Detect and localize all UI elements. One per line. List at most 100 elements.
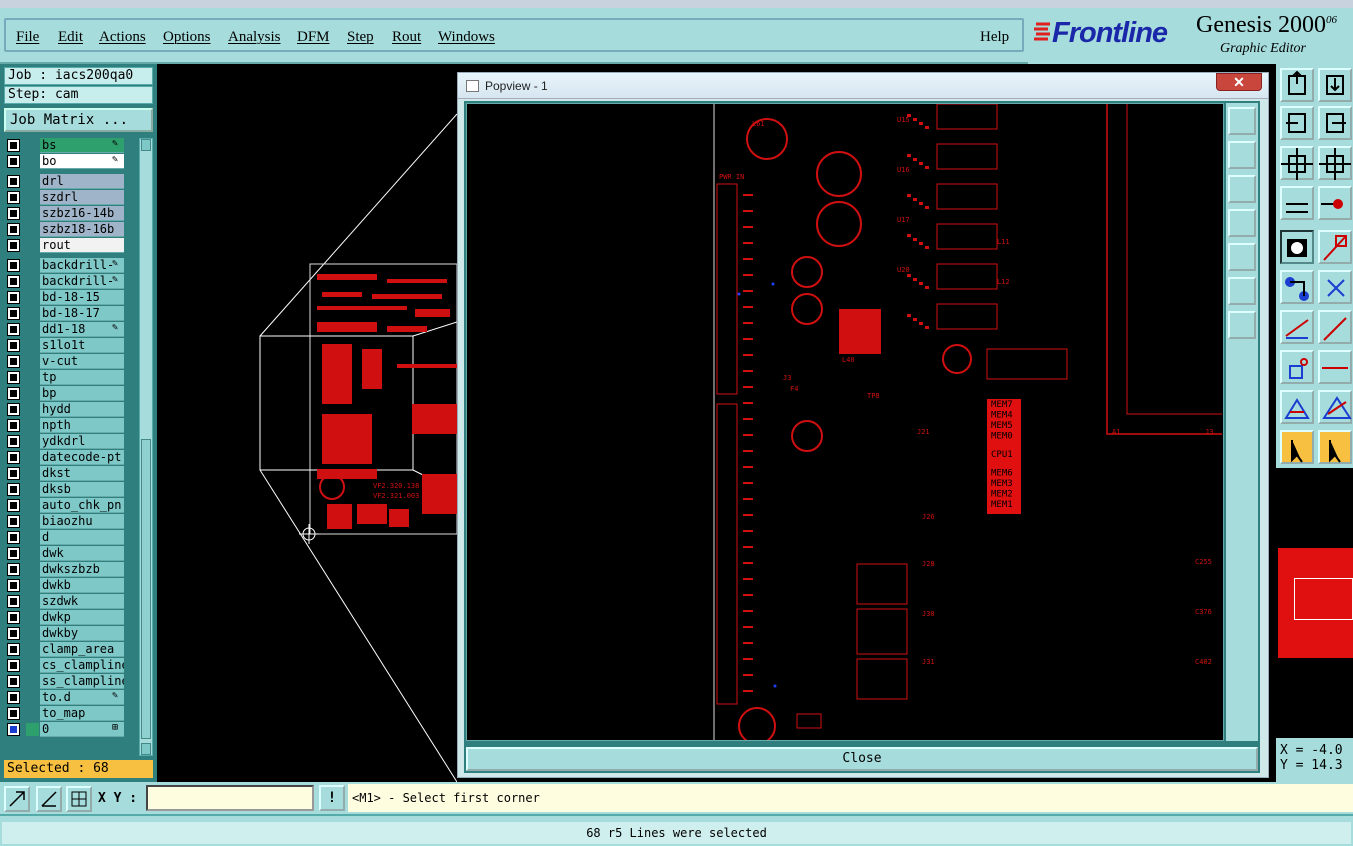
layer-row[interactable]: backdrill- ✎ <box>4 258 126 273</box>
pointer-select-icon[interactable] <box>1318 430 1352 464</box>
layer-name[interactable]: dwkszbzb <box>40 562 124 577</box>
layer-row[interactable]: dksb <box>4 482 126 497</box>
popview-close-button[interactable]: Close <box>466 747 1258 771</box>
snap-grid-icon[interactable] <box>4 786 30 812</box>
layer-row[interactable]: cs_clampline <box>4 658 126 673</box>
pv-pan-right-icon[interactable] <box>1228 243 1256 271</box>
layer-visibility-checkbox[interactable] <box>7 515 20 528</box>
layer-visibility-checkbox[interactable] <box>7 579 20 592</box>
layer-row[interactable]: szbz18-16b <box>4 222 126 237</box>
layer-name[interactable]: rout <box>40 238 124 253</box>
pointer-icon[interactable] <box>1280 430 1314 464</box>
zoom-fit-icon[interactable] <box>1280 146 1314 180</box>
layer-row[interactable]: to.d ✎ <box>4 690 126 705</box>
zoom-center-icon[interactable] <box>1318 146 1352 180</box>
layer-visibility-checkbox[interactable] <box>7 723 20 736</box>
scroll-thumb[interactable] <box>141 439 151 739</box>
layer-visibility-checkbox[interactable] <box>7 531 20 544</box>
layer-name[interactable]: drl <box>40 174 124 189</box>
layer-visibility-checkbox[interactable] <box>7 207 20 220</box>
pan-right-icon[interactable] <box>1318 106 1352 140</box>
scroll-up-arrow-icon[interactable] <box>141 139 151 151</box>
angle-icon[interactable] <box>1280 390 1314 424</box>
layer-row[interactable]: s1lo1t <box>4 338 126 353</box>
layer-row[interactable]: dkst <box>4 466 126 481</box>
layer-name[interactable]: szbz16-14b <box>40 206 124 221</box>
menu-actions[interactable]: Actions <box>99 29 146 46</box>
layer-visibility-checkbox[interactable] <box>7 223 20 236</box>
layer-name[interactable]: dwk <box>40 546 124 561</box>
layer-row[interactable]: v-cut <box>4 354 126 369</box>
layer-row[interactable]: backdrill- ✎ <box>4 274 126 289</box>
layer-visibility-checkbox[interactable] <box>7 339 20 352</box>
layer-visibility-checkbox[interactable] <box>7 355 20 368</box>
graphics-canvas[interactable]: VF2.320.138 VF2.321.003 <box>157 64 458 783</box>
triangle-icon[interactable] <box>1318 390 1352 424</box>
layer-row[interactable]: biaozhu <box>4 514 126 529</box>
layer-name[interactable]: to_map <box>40 706 124 721</box>
layer-visibility-checkbox[interactable] <box>7 563 20 576</box>
layer-visibility-checkbox[interactable] <box>7 259 20 272</box>
layer-name[interactable]: bd-18-17 <box>40 306 124 321</box>
xy-input[interactable] <box>146 785 314 811</box>
layer-name[interactable]: szdwk <box>40 594 124 609</box>
layer-row[interactable]: dd1-18 ✎ <box>4 322 126 337</box>
layer-row[interactable]: auto_chk_pn <box>4 498 126 513</box>
layer-name[interactable]: datecode-pt <box>40 450 124 465</box>
pv-pan-up-icon[interactable] <box>1228 141 1256 169</box>
layer-visibility-checkbox[interactable] <box>7 291 20 304</box>
layer-row[interactable]: drl <box>4 174 126 189</box>
layer-visibility-checkbox[interactable] <box>7 403 20 416</box>
layer-visibility-checkbox[interactable] <box>7 547 20 560</box>
layer-row[interactable]: datecode-pt <box>4 450 126 465</box>
layer-visibility-checkbox[interactable] <box>7 387 20 400</box>
layer-row[interactable]: dwk <box>4 546 126 561</box>
menu-file[interactable]: File <box>16 29 39 46</box>
layer-name[interactable]: d <box>40 530 124 545</box>
layer-row[interactable]: ss_clampline <box>4 674 126 689</box>
layer-name[interactable]: szbz18-16b <box>40 222 124 237</box>
pv-zoom-in-icon[interactable] <box>1228 277 1256 305</box>
layer-row[interactable]: dwkp <box>4 610 126 625</box>
layer-visibility-checkbox[interactable] <box>7 595 20 608</box>
layer-list-scrollbar[interactable] <box>139 138 153 756</box>
pv-zoom-home-icon[interactable] <box>1228 107 1256 135</box>
layer-visibility-checkbox[interactable] <box>7 175 20 188</box>
layer-visibility-checkbox[interactable] <box>7 307 20 320</box>
layer-name[interactable]: szdrl <box>40 190 124 205</box>
popview-titlebar[interactable]: Popview - 1 ✕ <box>458 73 1268 99</box>
layer-visibility-checkbox[interactable] <box>7 371 20 384</box>
menu-rout[interactable]: Rout <box>392 29 421 46</box>
layer-row[interactable]: to_map <box>4 706 126 721</box>
execute-button[interactable]: ! <box>319 785 345 811</box>
pv-pan-down-icon[interactable] <box>1228 175 1256 203</box>
grid-toggle-icon[interactable] <box>66 786 92 812</box>
layer-name[interactable]: npth <box>40 418 124 433</box>
layer-visibility-checkbox[interactable] <box>7 483 20 496</box>
layer-visibility-checkbox[interactable] <box>7 435 20 448</box>
layer-visibility-checkbox[interactable] <box>7 499 20 512</box>
layer-name[interactable]: clamp_area <box>40 642 124 657</box>
layer-name[interactable]: bd-18-15 <box>40 290 124 305</box>
menu-windows[interactable]: Windows <box>438 29 495 46</box>
pan-down-icon[interactable] <box>1318 68 1352 102</box>
layer-row[interactable]: clamp_area <box>4 642 126 657</box>
layer-row[interactable]: bo ✎ <box>4 154 126 169</box>
layer-row[interactable]: npth <box>4 418 126 433</box>
layer-name[interactable]: bp <box>40 386 124 401</box>
snap-settings-icon[interactable] <box>1280 186 1314 220</box>
minimap-viewport[interactable] <box>1294 578 1353 620</box>
add-pad-icon[interactable] <box>1280 350 1314 384</box>
layer-name[interactable]: dwkb <box>40 578 124 593</box>
split-line-icon[interactable] <box>1318 350 1352 384</box>
layer-name[interactable]: dksb <box>40 482 124 497</box>
measure-icon[interactable] <box>1318 186 1352 220</box>
snap-angle-icon[interactable] <box>36 786 62 812</box>
layer-name[interactable]: s1lo1t <box>40 338 124 353</box>
layer-name[interactable]: dwkp <box>40 610 124 625</box>
layer-row[interactable]: szdwk <box>4 594 126 609</box>
popview-window[interactable]: Popview - 1 ✕ MEM7 MEM4 MEM5 MEM0 CPU1 M… <box>457 72 1269 778</box>
layer-visibility-checkbox[interactable] <box>7 191 20 204</box>
job-matrix-button[interactable]: Job Matrix ... <box>4 108 153 132</box>
overview-minimap[interactable] <box>1276 470 1353 736</box>
